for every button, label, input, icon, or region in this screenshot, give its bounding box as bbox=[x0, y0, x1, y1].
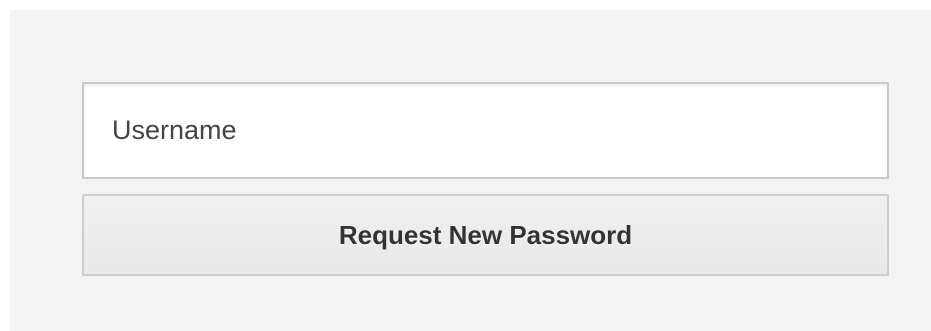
request-new-password-button[interactable]: Request New Password bbox=[82, 194, 889, 276]
username-input[interactable] bbox=[82, 82, 889, 179]
password-reset-form: Request New Password bbox=[10, 10, 931, 331]
